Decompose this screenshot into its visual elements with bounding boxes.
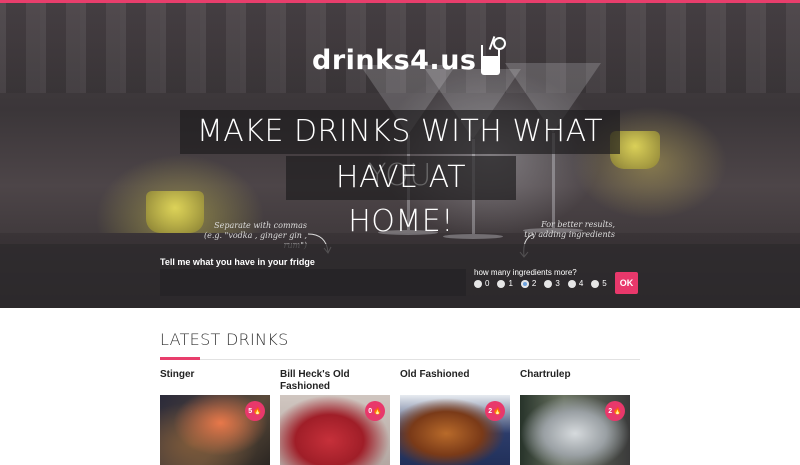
radio-label: 0 bbox=[485, 279, 490, 288]
popularity-count: 2 bbox=[488, 407, 493, 415]
radio-button[interactable] bbox=[544, 279, 553, 288]
section-divider bbox=[160, 359, 640, 360]
radio-label: 4 bbox=[578, 279, 584, 288]
drink-card-stinger[interactable]: Stinger 5 🔥 bbox=[160, 369, 270, 465]
popularity-count: 0 bbox=[368, 407, 373, 415]
fridge-ingredients-input[interactable] bbox=[160, 269, 466, 296]
ingredient-count-label: how many ingredients more? bbox=[474, 268, 577, 277]
flame-icon: 🔥 bbox=[613, 408, 622, 415]
flame-icon: 🔥 bbox=[493, 408, 502, 415]
radio-button[interactable] bbox=[497, 279, 506, 288]
radio-label: 1 bbox=[508, 279, 513, 288]
popularity-badge: 0 🔥 bbox=[365, 401, 385, 421]
ingredient-count-option-0[interactable]: 0 bbox=[474, 279, 489, 288]
popularity-badge: 2 🔥 bbox=[485, 401, 505, 421]
ingredient-count-option-3[interactable]: 3 bbox=[544, 279, 560, 288]
radio-button[interactable] bbox=[567, 279, 576, 288]
radio-button-selected[interactable] bbox=[520, 279, 529, 288]
ingredient-count-radio-group: 0 1 2 3 4 5 bbox=[474, 279, 615, 288]
ingredient-count-option-4[interactable]: 4 bbox=[567, 279, 584, 288]
drink-card-bill-hecks-old-fashioned[interactable]: Bill Heck's Old Fashioned 0 🔥 bbox=[280, 369, 390, 465]
results-hint-line1: For better results, bbox=[541, 220, 615, 229]
radio-label: 5 bbox=[602, 279, 607, 288]
drink-name[interactable]: Stinger bbox=[160, 369, 270, 393]
hero-headline-line2: HAVE AT HOME! bbox=[286, 156, 516, 239]
drink-name[interactable]: Chartrulep bbox=[520, 369, 630, 393]
drink-name[interactable]: Old Fashioned bbox=[400, 369, 510, 393]
ingredient-count-option-1[interactable]: 1 bbox=[497, 279, 513, 288]
popularity-count: 2 bbox=[608, 407, 613, 415]
popularity-badge: 5 🔥 bbox=[245, 401, 265, 421]
flame-icon: 🔥 bbox=[253, 408, 262, 415]
drink-glass-icon bbox=[479, 36, 507, 76]
drink-card-chartrulep[interactable]: Chartrulep 2 🔥 bbox=[520, 369, 630, 465]
radio-label: 3 bbox=[555, 279, 560, 288]
flame-icon: 🔥 bbox=[373, 408, 382, 415]
drink-photo[interactable]: 0 🔥 bbox=[280, 395, 390, 465]
popularity-count: 5 bbox=[248, 407, 253, 415]
radio-button[interactable] bbox=[474, 279, 482, 288]
drink-card-old-fashioned[interactable]: Old Fashioned 2 🔥 bbox=[400, 369, 510, 465]
hero-headline-line1: MAKE DRINKS WITH WHAT YOU bbox=[180, 110, 620, 193]
drink-name[interactable]: Bill Heck's Old Fashioned bbox=[280, 369, 390, 393]
radio-label: 2 bbox=[531, 279, 537, 288]
separator-hint-line1: Separate with commas bbox=[214, 221, 307, 230]
radio-button[interactable] bbox=[591, 279, 600, 288]
ingredient-count-option-2[interactable]: 2 bbox=[520, 279, 537, 288]
fridge-field-label: Tell me what you have in your fridge bbox=[160, 257, 315, 267]
drink-photo[interactable]: 5 🔥 bbox=[160, 395, 270, 465]
drink-photo[interactable]: 2 🔥 bbox=[520, 395, 630, 465]
ingredient-count-option-5[interactable]: 5 bbox=[591, 279, 607, 288]
popularity-badge: 2 🔥 bbox=[605, 401, 625, 421]
drink-photo[interactable]: 2 🔥 bbox=[400, 395, 510, 465]
site-logo[interactable]: drinks4.us bbox=[312, 30, 507, 76]
heading-accent-underline bbox=[160, 357, 200, 360]
latest-drinks-heading: LATEST DRINKS bbox=[160, 330, 289, 349]
logo-text: drinks4.us bbox=[312, 45, 477, 76]
submit-ok-button[interactable]: OK bbox=[615, 272, 638, 294]
